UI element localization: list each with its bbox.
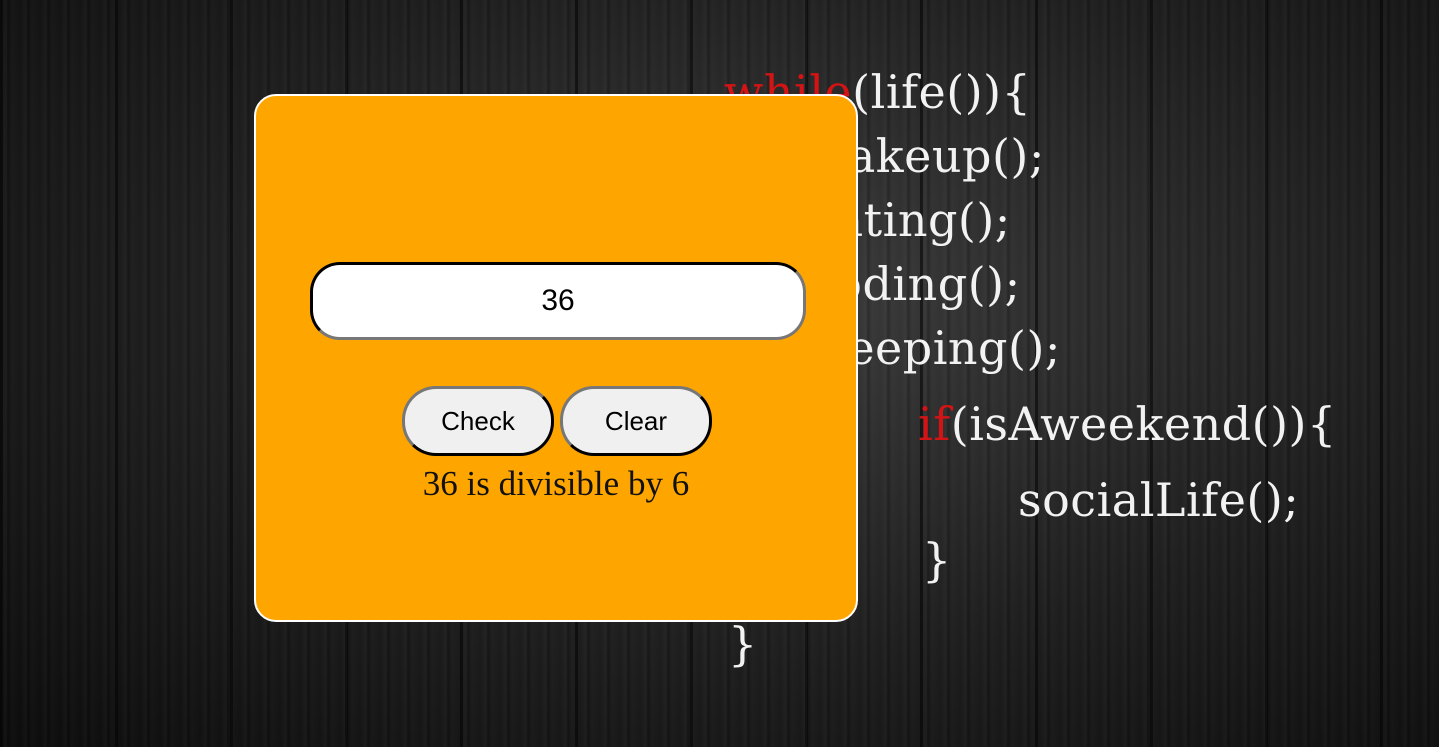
check-button[interactable]: Check xyxy=(402,386,554,456)
result-text: 36 is divisible by 6 xyxy=(422,464,690,503)
divisibility-card: Check Clear 36 is divisible by 6 xyxy=(254,94,858,622)
clear-button[interactable]: Clear xyxy=(560,386,712,456)
number-input[interactable] xyxy=(310,262,806,340)
